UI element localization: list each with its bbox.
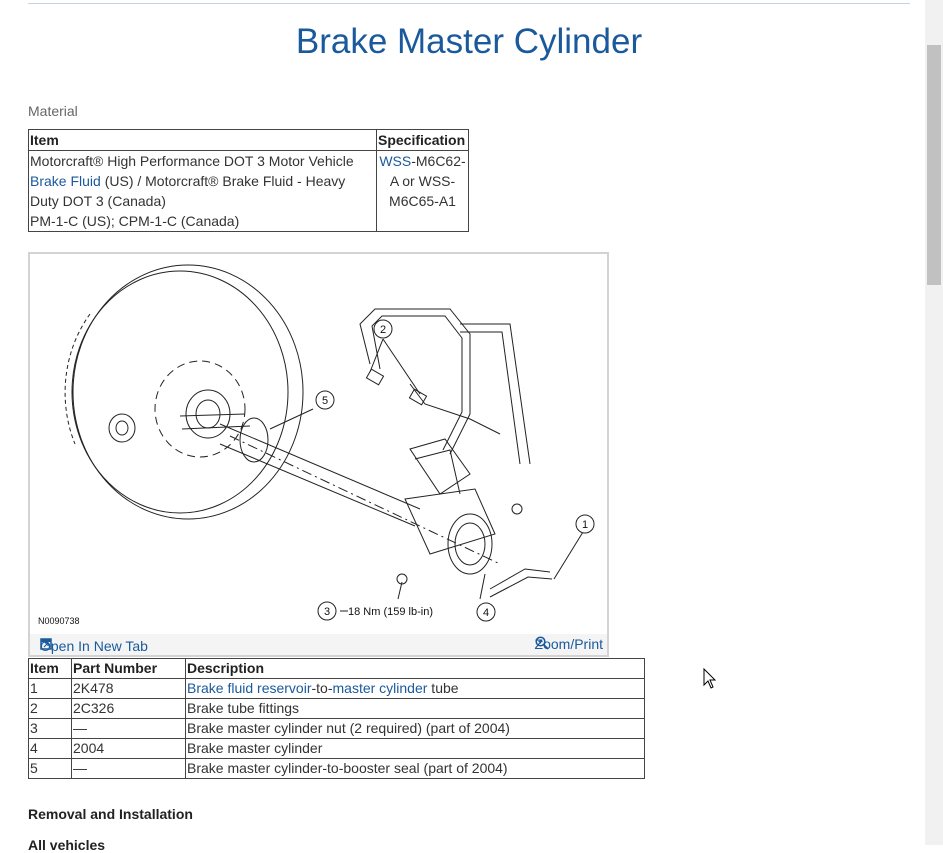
parts-header-part-number: Part Number bbox=[71, 658, 186, 679]
removal-installation-heading: Removal and Installation bbox=[28, 806, 193, 822]
desc-mid: -to- bbox=[311, 680, 333, 696]
row-part: 2004 bbox=[71, 738, 186, 759]
open-new-tab-icon bbox=[40, 638, 52, 650]
table-row: 3 — Brake master cylinder nut (2 require… bbox=[28, 718, 645, 739]
brake-diagram-illustration: 1 2 3 4 5 18 Nm (159 lb-in) bbox=[64, 264, 595, 622]
row-part: — bbox=[71, 758, 186, 779]
mouse-cursor-icon bbox=[703, 668, 717, 689]
row-desc: Brake tube fittings bbox=[185, 698, 645, 719]
row-desc: Brake master cylinder nut (2 required) (… bbox=[185, 718, 645, 739]
table-row: 1 2K478 Brake fluid reservoir-to-master … bbox=[28, 678, 645, 699]
material-table: Item Specification Motorcraft® High Perf… bbox=[28, 129, 469, 232]
row-item: 1 bbox=[28, 678, 72, 699]
item-text: Motorcraft® High Performance DOT 3 Motor… bbox=[30, 153, 354, 169]
master-cylinder-link[interactable]: master cylinder bbox=[333, 680, 428, 696]
zoom-print-link[interactable]: Zoom/Print bbox=[535, 636, 603, 652]
brake-master-cylinder-figure: 1 2 3 4 5 18 Nm (159 lb-in) N0090738 Ope… bbox=[28, 252, 609, 657]
row-desc: Brake fluid reservoir-to-master cylinder… bbox=[185, 678, 645, 699]
spec-header-item: Item bbox=[28, 129, 377, 151]
spec-header-spec: Specification bbox=[376, 129, 469, 151]
row-item: 2 bbox=[28, 698, 72, 719]
row-desc: Brake master cylinder bbox=[185, 738, 645, 759]
vertical-scrollbar[interactable] bbox=[925, 0, 943, 845]
callout-4-label: 4 bbox=[483, 607, 489, 619]
callout-1-label: 1 bbox=[582, 519, 588, 531]
page-title: Brake Master Cylinder bbox=[295, 22, 643, 61]
material-label: Material bbox=[28, 103, 78, 119]
row-item: 3 bbox=[28, 718, 72, 739]
row-part: — bbox=[71, 718, 186, 739]
scrollbar-thumb[interactable] bbox=[927, 45, 941, 285]
zoom-icon bbox=[534, 636, 549, 650]
torque-label: 18 Nm (159 lb-in) bbox=[348, 606, 433, 618]
desc-rest: tube bbox=[427, 680, 459, 696]
row-item: 4 bbox=[28, 738, 72, 759]
row-part: 2K478 bbox=[71, 678, 186, 699]
table-row: 5 — Brake master cylinder-to-booster sea… bbox=[28, 758, 645, 779]
top-divider bbox=[28, 3, 910, 4]
open-in-new-tab-label: Open In New Tab bbox=[40, 638, 148, 654]
figure-id: N0090738 bbox=[38, 616, 80, 626]
all-vehicles-heading: All vehicles bbox=[28, 837, 106, 853]
wss-link[interactable]: WSS bbox=[379, 153, 411, 169]
callout-5-label: 5 bbox=[322, 395, 328, 407]
table-row: 4 2004 Brake master cylinder bbox=[28, 738, 645, 759]
table-row: 2 2C326 Brake tube fittings bbox=[28, 698, 645, 719]
brake-fluid-link[interactable]: Brake Fluid bbox=[30, 173, 101, 189]
booster-seal bbox=[239, 417, 269, 463]
booster-outer-rim bbox=[72, 264, 304, 520]
spec-item-cell: Motorcraft® High Performance DOT 3 Motor… bbox=[28, 150, 377, 232]
row-part: 2C326 bbox=[71, 698, 186, 719]
callout-3-label: 3 bbox=[324, 606, 330, 618]
row-item: 5 bbox=[28, 758, 72, 779]
row-desc: Brake master cylinder-to-booster seal (p… bbox=[185, 758, 645, 779]
spec-value-cell: WSS-M6C62-A or WSS-M6C65-A1 bbox=[376, 150, 469, 232]
parts-header-item: Item bbox=[28, 658, 72, 679]
item-line-2: PM-1-C (US); CPM-1-C (Canada) bbox=[30, 213, 240, 229]
callout-2-label: 2 bbox=[380, 324, 386, 336]
open-in-new-tab-link[interactable]: Open In New Tab bbox=[40, 638, 148, 654]
reservoir-link[interactable]: Brake fluid reservoir bbox=[187, 680, 312, 696]
parts-table: Item Part Number Description 1 2K478 Bra… bbox=[28, 658, 645, 779]
parts-header-description: Description bbox=[185, 658, 645, 679]
